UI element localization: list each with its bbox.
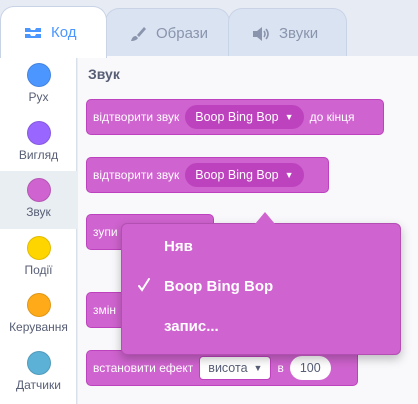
tab-costumes-label: Образи [156, 25, 209, 42]
block-text: встановити ефект [93, 361, 194, 375]
section-title: Звук [88, 66, 120, 82]
code-icon [23, 25, 43, 41]
effect-value-input[interactable]: 100 [289, 356, 331, 380]
set-effect-block[interactable]: встановити ефект висота ▼ в 100 [86, 350, 358, 386]
effect-dropdown-value: висота [208, 361, 248, 375]
sound-dropdown[interactable]: Boop Bing Bop ▼ [185, 105, 304, 129]
tab-code[interactable]: Код [0, 6, 107, 58]
category-control-dot [26, 293, 51, 317]
category-menu: Рух Вигляд Звук Події Керування Датчики [0, 56, 77, 404]
category-looks-dot [26, 121, 51, 145]
category-sound-label: Звук [26, 205, 51, 219]
dropdown-pointer [255, 212, 275, 224]
category-sensing-label: Датчики [16, 378, 61, 392]
sound-dropdown-value: Boop Bing Bop [195, 110, 279, 124]
tab-sounds[interactable]: Звуки [228, 8, 347, 58]
category-control-label: Керування [9, 320, 68, 334]
dropdown-item-boop-bing-bop[interactable]: Boop Bing Bop [122, 266, 402, 306]
category-control[interactable]: Керування [0, 286, 77, 344]
category-sensing[interactable]: Датчики [0, 344, 77, 402]
category-events-label: Події [24, 263, 53, 277]
palette-scrollbar[interactable] [410, 56, 418, 404]
tab-code-label: Код [51, 24, 77, 41]
dropdown-item-label: Няв [164, 237, 193, 255]
dropdown-item-record[interactable]: запис... [122, 306, 402, 346]
category-events-dot [26, 236, 51, 260]
sound-dropdown-value: Boop Bing Bop [195, 168, 279, 182]
dropdown-item-meow[interactable]: Няв [122, 226, 402, 266]
play-sound-until-done-block[interactable]: відтворити звук Boop Bing Bop ▼ до кінця [86, 99, 384, 135]
category-motion-dot [26, 63, 51, 87]
start-sound-block[interactable]: відтворити звук Boop Bing Bop ▼ [86, 157, 329, 193]
effect-dropdown[interactable]: висота ▼ [199, 356, 272, 380]
tab-costumes[interactable]: Образи [105, 8, 230, 58]
caret-down-icon: ▼ [284, 170, 294, 180]
dropdown-item-label: запис... [164, 317, 219, 335]
block-text: в [277, 361, 284, 375]
block-text: змін [93, 303, 117, 317]
dropdown-item-label: Boop Bing Bop [164, 277, 274, 295]
block-text: відтворити звук [93, 110, 180, 124]
checkmark-icon [136, 277, 152, 293]
sound-dropdown-active[interactable]: Boop Bing Bop ▼ [185, 163, 304, 187]
caret-down-icon: ▼ [284, 112, 294, 122]
category-events[interactable]: Події [0, 229, 77, 287]
category-looks-label: Вигляд [18, 148, 59, 162]
category-sound-dot [26, 178, 51, 202]
block-text: до кінця [309, 110, 355, 124]
category-sensing-dot [26, 351, 51, 375]
editor-tab-bar: Код Образи Звуки [0, 0, 418, 58]
brush-icon [128, 26, 148, 42]
caret-down-icon: ▼ [253, 363, 263, 373]
category-sound[interactable]: Звук [0, 171, 77, 229]
category-motion-label: Рух [28, 90, 49, 104]
sound-dropdown-menu: Няв Boop Bing Bop запис... [121, 223, 401, 355]
block-text: зупи [93, 225, 118, 239]
tab-sounds-label: Звуки [279, 25, 319, 42]
speaker-icon [251, 26, 271, 42]
category-motion[interactable]: Рух [0, 56, 77, 114]
category-looks[interactable]: Вигляд [0, 114, 77, 172]
block-text: відтворити звук [93, 168, 180, 182]
